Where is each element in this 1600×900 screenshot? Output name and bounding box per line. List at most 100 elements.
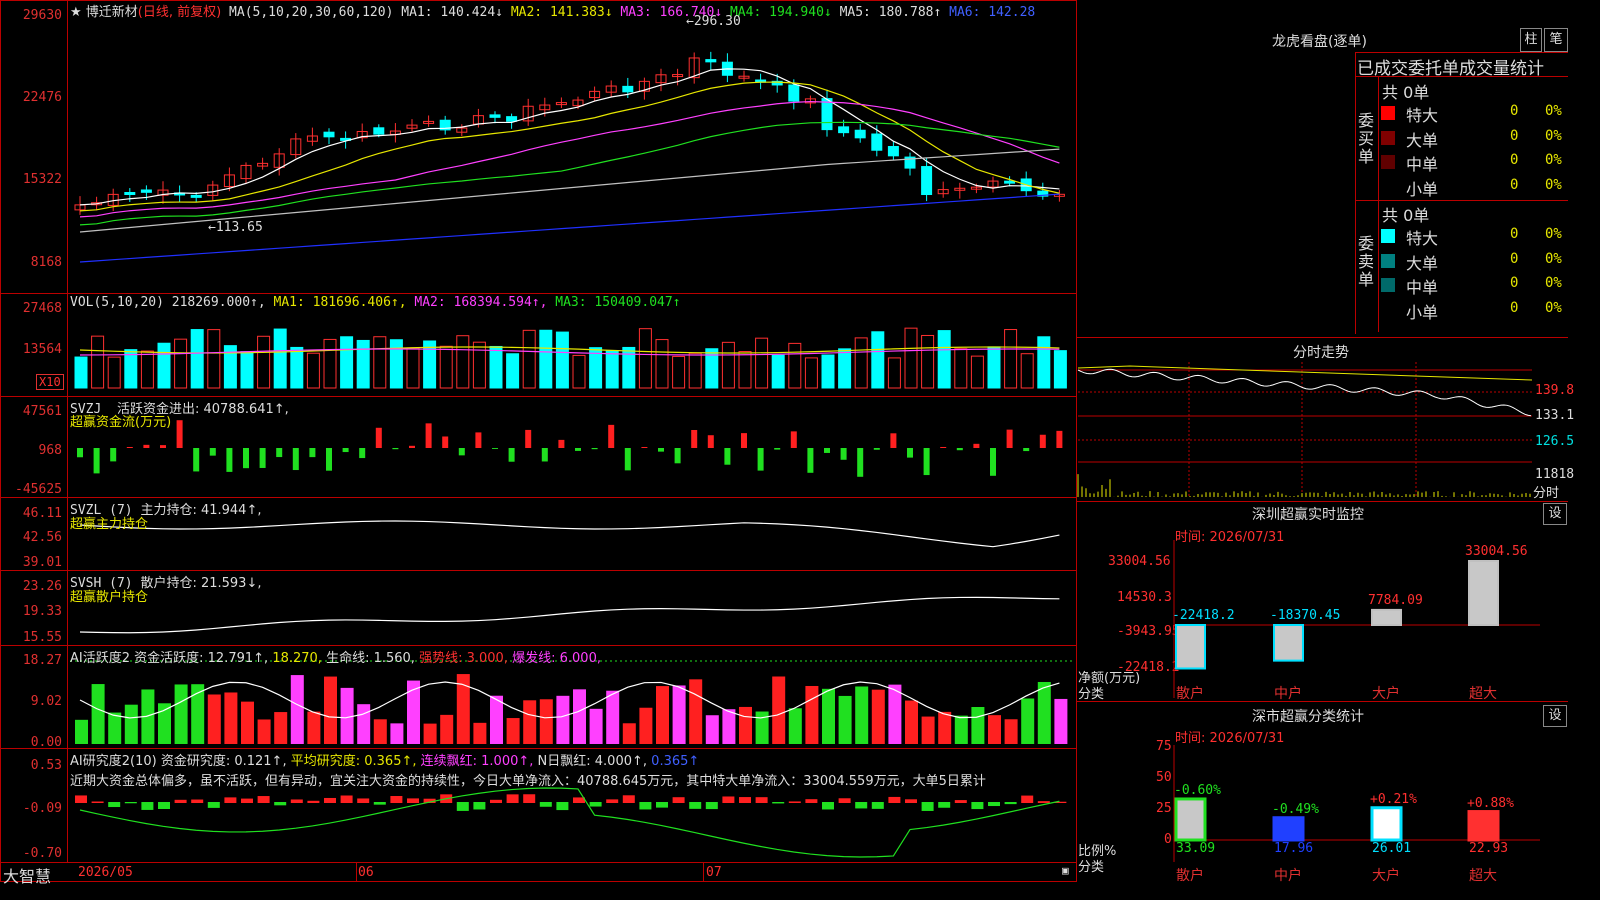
research-bar bbox=[158, 802, 170, 810]
low-annotation: ←113.65 bbox=[208, 220, 263, 235]
volume-bar bbox=[406, 347, 420, 389]
activity-bar bbox=[606, 690, 620, 744]
order-count: 0 bbox=[1510, 152, 1519, 168]
research-bar bbox=[224, 797, 237, 803]
volume-bar bbox=[1053, 350, 1067, 389]
fund-flow-bar bbox=[259, 448, 266, 468]
order-category-label: 中单 bbox=[1406, 155, 1439, 174]
ai2-axis-label: 0.53 bbox=[30, 758, 62, 773]
activity-bar bbox=[672, 685, 686, 744]
activity-bar bbox=[523, 700, 537, 744]
order-table-divider bbox=[1378, 76, 1379, 332]
activity-bar bbox=[224, 692, 238, 744]
fund-flow-bar bbox=[226, 448, 233, 472]
brand-logo[interactable]: 大智慧 bbox=[3, 863, 51, 887]
intraday-unit[interactable]: 分时 bbox=[1533, 482, 1559, 501]
lock-icon[interactable]: ▣ bbox=[1062, 864, 1069, 877]
stock-name[interactable]: ★ 博迁新材 bbox=[70, 5, 138, 20]
sz-class-bar bbox=[1370, 806, 1403, 842]
date-label: 06 bbox=[358, 865, 374, 880]
research-bar bbox=[108, 802, 121, 808]
svzj-axis-label: -45625 bbox=[15, 482, 62, 497]
sz-class-bar bbox=[1272, 816, 1305, 842]
volume-bar bbox=[273, 328, 287, 389]
date-tick bbox=[703, 862, 704, 882]
date-label: 07 bbox=[706, 865, 722, 880]
candle-body bbox=[489, 114, 501, 118]
fund-flow-bar bbox=[176, 420, 183, 448]
volume-bar bbox=[190, 329, 204, 389]
fund-flow-bar bbox=[409, 445, 415, 448]
research-bar bbox=[788, 801, 801, 803]
price-axis-label: 15322 bbox=[22, 172, 62, 187]
volume-bar bbox=[257, 335, 271, 389]
research-bar bbox=[722, 796, 735, 803]
fund-flow-bar bbox=[724, 448, 731, 465]
date-tick bbox=[356, 862, 357, 882]
buy-total: 共 0单 bbox=[1382, 83, 1430, 102]
fund-flow-bar bbox=[525, 429, 532, 448]
activity-bar bbox=[622, 723, 636, 744]
volume-bar bbox=[738, 351, 752, 389]
activity-bar bbox=[390, 723, 404, 744]
activity-bar bbox=[274, 712, 288, 744]
volume-bar bbox=[688, 352, 702, 389]
sz-class-settings-button[interactable]: 设 bbox=[1543, 705, 1567, 727]
sz-class-time: 时间: 2026/07/31 bbox=[1175, 731, 1285, 746]
activity-bar bbox=[954, 715, 968, 744]
activity-bar bbox=[888, 684, 902, 744]
fund-flow-bar bbox=[923, 448, 930, 476]
ma6-value: MA6: 142.28 bbox=[949, 5, 1036, 20]
intraday-axis-label: 139.8 bbox=[1535, 383, 1575, 398]
fund-flow-bar bbox=[973, 443, 980, 448]
volume-bar bbox=[522, 329, 536, 389]
bar-mode-button[interactable]: 柱 bbox=[1520, 28, 1542, 52]
fund-flow-bar bbox=[857, 448, 864, 477]
sz-class-value-label: 17.96 bbox=[1274, 841, 1314, 856]
activity-bar bbox=[772, 676, 786, 744]
order-table-divider bbox=[1355, 200, 1568, 201]
tick-mode-button[interactable]: 笔 bbox=[1544, 28, 1568, 52]
research-bar bbox=[871, 802, 884, 809]
fund-flow-bar bbox=[359, 448, 366, 459]
svzl-axis-label: 42.56 bbox=[22, 530, 62, 545]
price-axis-label: 8168 bbox=[30, 255, 62, 270]
research-bar bbox=[739, 797, 751, 803]
fund-flow-bar bbox=[342, 448, 349, 453]
candle-body bbox=[854, 129, 866, 139]
order-percent: 0% bbox=[1545, 250, 1562, 267]
research-bar bbox=[75, 795, 87, 803]
fund-flow-bar bbox=[475, 432, 482, 448]
research-bar bbox=[407, 798, 419, 803]
candle-body bbox=[622, 85, 634, 93]
volume-bar bbox=[937, 330, 951, 389]
vol-unit-badge[interactable]: X10 bbox=[36, 374, 64, 390]
volume-bar bbox=[821, 354, 835, 389]
candle-body bbox=[124, 191, 136, 195]
volume-bar bbox=[771, 354, 785, 389]
sz-monitor-settings-button[interactable]: 设 bbox=[1543, 503, 1567, 525]
ma1-line bbox=[79, 68, 1060, 206]
volume-bar bbox=[489, 345, 503, 389]
fund-flow-bar bbox=[873, 448, 880, 450]
ai1-axis-label: 0.00 bbox=[30, 735, 62, 750]
fund-flow-bar bbox=[890, 433, 897, 448]
main-holding-line bbox=[79, 520, 1060, 548]
buy-orders-label: 委买单 bbox=[1358, 111, 1375, 166]
fund-flow-bar bbox=[658, 448, 664, 452]
volume-bar bbox=[987, 346, 1001, 389]
sz-class-bar bbox=[1174, 797, 1207, 842]
fund-flow-bar bbox=[193, 448, 200, 472]
vol-axis-label: 13564 bbox=[22, 342, 62, 357]
volume-bar bbox=[921, 334, 935, 389]
research-bar bbox=[838, 798, 851, 803]
candle-body bbox=[788, 84, 800, 102]
research-bar bbox=[805, 799, 818, 803]
research-bar bbox=[357, 798, 370, 803]
order-category-label: 特大 bbox=[1406, 106, 1439, 125]
retail-holding-line bbox=[79, 596, 1060, 634]
order-color-swatch bbox=[1381, 179, 1395, 194]
sz-class-xlabel: 分类 bbox=[1078, 860, 1105, 875]
fund-flow-bar bbox=[160, 445, 166, 448]
chart-mode[interactable]: (日线, 前复权) bbox=[138, 5, 221, 20]
